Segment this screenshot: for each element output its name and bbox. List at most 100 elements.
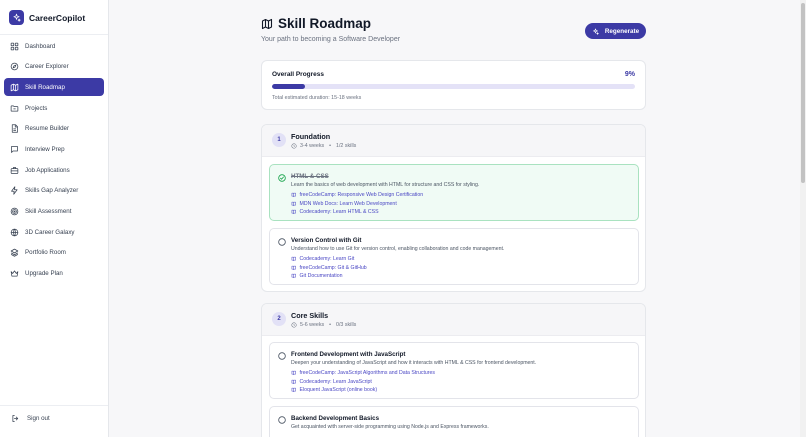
sidebar-nav: Dashboard Career Explorer Skill Roadmap … [4, 35, 104, 285]
crown-icon [10, 270, 19, 277]
book-icon [291, 388, 296, 393]
skill-card[interactable]: HTML & CSS Learn the basics of web devel… [269, 164, 639, 221]
target-icon [10, 207, 19, 216]
chat-icon [11, 146, 18, 153]
page-subtitle: Your path to becoming a Software Develop… [261, 36, 401, 43]
sidebar-item-label: Portfolio Room [25, 249, 66, 257]
circle-icon[interactable] [278, 352, 286, 360]
skill-title: Version Control with Git [291, 237, 362, 244]
phase-number: 2 [272, 312, 286, 326]
sidebar-item-label: Skill Assessment [25, 208, 72, 215]
compass-icon [10, 62, 19, 71]
phase-card: 1 Foundation 3-4 weeks • 1/2 skills HTML… [261, 124, 646, 292]
overall-progress-card: Overall Progress 9% Total estimated dura… [261, 60, 646, 110]
brand-name: CareerCopilot [29, 12, 86, 23]
skill-card[interactable]: Version Control with Git Understand how … [269, 228, 639, 285]
map-icon [10, 83, 19, 92]
resource-label: Codecademy: Learn HTML & CSS [299, 209, 379, 215]
progress-percent: 9% [624, 71, 635, 78]
circle-icon[interactable] [278, 416, 286, 424]
progress-bar [272, 84, 635, 89]
resource-link[interactable]: Git Documentation [291, 273, 342, 279]
sidebar-item-skill-roadmap[interactable]: Skill Roadmap [4, 78, 104, 97]
phase-title: Core Skills [291, 311, 329, 320]
progress-label: Overall Progress [272, 71, 325, 78]
skill-description: Learn the basics of web development with… [291, 182, 480, 188]
sidebar-item-job-applications[interactable]: Job Applications [4, 161, 104, 179]
skill-description: Get acquainted with server-side programm… [291, 424, 489, 430]
meta-separator: • [329, 143, 332, 149]
resource-label: freeCodeCamp: Git & GitHub [299, 265, 367, 271]
sidebar-item-label: Dashboard [25, 42, 56, 50]
resource-link[interactable]: freeCodeCamp: JavaScript Algorithms and … [291, 370, 435, 376]
sidebar-item-skill-assessment[interactable]: Skill Assessment [4, 203, 104, 221]
document-icon [11, 124, 18, 133]
resource-link[interactable]: MDN Web Docs: Learn Web Development [291, 201, 397, 207]
resource-label: freeCodeCamp: Responsive Web Design Cert… [299, 192, 424, 198]
phase-header[interactable]: 2 Core Skills 5-6 weeks • 0/3 skills [262, 304, 645, 336]
page-title: Skill Roadmap [278, 16, 372, 31]
skill-card[interactable]: Frontend Development with JavaScript Dee… [269, 342, 639, 399]
phase-skills-count: 0/3 skills [336, 322, 357, 328]
sidebar-item-portfolio-room[interactable]: Portfolio Room [4, 244, 104, 262]
globe-icon [10, 228, 19, 236]
book-icon [291, 266, 296, 271]
sign-out-button[interactable]: Sign out [11, 414, 50, 423]
book-icon [291, 380, 296, 385]
layers-icon [10, 249, 19, 257]
phase-number: 1 [272, 133, 286, 147]
sidebar-item-label: Resume Builder [25, 125, 70, 133]
phase-card: 2 Core Skills 5-6 weeks • 0/3 skills Fro… [261, 303, 646, 437]
scrollbar-track[interactable] [800, 0, 806, 437]
sparkle-icon [592, 28, 599, 35]
skill-title: HTML & CSS [291, 173, 329, 180]
resource-link[interactable]: Codecademy: Learn HTML & CSS [291, 209, 379, 215]
resource-link[interactable]: Codecademy: Learn JavaScript [291, 379, 372, 385]
sidebar-item-dashboard[interactable]: Dashboard [4, 37, 104, 55]
regenerate-button[interactable]: Regenerate [585, 23, 646, 39]
resource-label: Codecademy: Learn Git [299, 256, 355, 262]
sidebar-item-3d-career-galaxy[interactable]: 3D Career Galaxy [4, 223, 104, 241]
phase-skills-count: 1/2 skills [336, 143, 357, 149]
phase-meta: 5-6 weeks • 0/3 skills [291, 322, 356, 328]
resource-link[interactable]: Eloquent JavaScript (online book) [291, 387, 377, 393]
resource-link[interactable]: freeCodeCamp: Responsive Web Design Cert… [291, 192, 423, 198]
phase-header[interactable]: 1 Foundation 3-4 weeks • 1/2 skills [262, 125, 645, 157]
regenerate-label: Regenerate [604, 27, 640, 35]
sidebar-item-resume-builder[interactable]: Resume Builder [4, 120, 104, 138]
sidebar: CareerCopilot Dashboard Career Explorer … [0, 0, 109, 437]
dashboard-icon [10, 42, 19, 50]
sidebar-item-label: 3D Career Galaxy [25, 228, 75, 236]
skill-title: Backend Development Basics [291, 415, 380, 422]
resource-label: Codecademy: Learn JavaScript [299, 379, 372, 385]
sidebar-item-skills-gap-analyzer[interactable]: Skills Gap Analyzer [4, 182, 104, 200]
clock-icon [291, 322, 297, 328]
sidebar-item-interview-prep[interactable]: Interview Prep [4, 140, 104, 158]
book-icon [291, 193, 296, 198]
scrollbar-thumb[interactable] [801, 3, 805, 183]
book-icon [291, 371, 296, 376]
clock-icon [291, 143, 297, 149]
phase-meta: 3-4 weeks • 1/2 skills [291, 143, 356, 149]
briefcase-icon [10, 166, 19, 174]
folder-icon [10, 105, 19, 112]
resource-link[interactable]: Codecademy: Learn Git [291, 256, 354, 262]
skill-card[interactable]: Backend Development Basics Get acquainte… [269, 406, 639, 437]
progress-bar-fill [272, 84, 305, 89]
sidebar-item-projects[interactable]: Projects [4, 99, 104, 117]
total-duration: Total estimated duration: 15-18 weeks [272, 95, 362, 101]
circle-icon[interactable] [278, 238, 286, 246]
brand[interactable]: CareerCopilot [9, 10, 85, 25]
sidebar-item-label: Job Applications [25, 166, 70, 174]
resource-link[interactable]: freeCodeCamp: Git & GitHub [291, 265, 367, 271]
resource-label: Git Documentation [299, 273, 343, 279]
check-circle-icon[interactable] [278, 174, 286, 182]
sidebar-item-career-explorer[interactable]: Career Explorer [4, 58, 104, 76]
skill-description: Deepen your understanding of JavaScript … [291, 360, 537, 366]
resource-label: MDN Web Docs: Learn Web Development [299, 201, 397, 207]
book-icon [291, 274, 296, 279]
sidebar-item-upgrade-plan[interactable]: Upgrade Plan [4, 265, 104, 283]
sidebar-item-label: Career Explorer [25, 63, 69, 71]
sign-out-label: Sign out [27, 415, 50, 422]
skill-description: Understand how to use Git for version co… [291, 246, 505, 252]
